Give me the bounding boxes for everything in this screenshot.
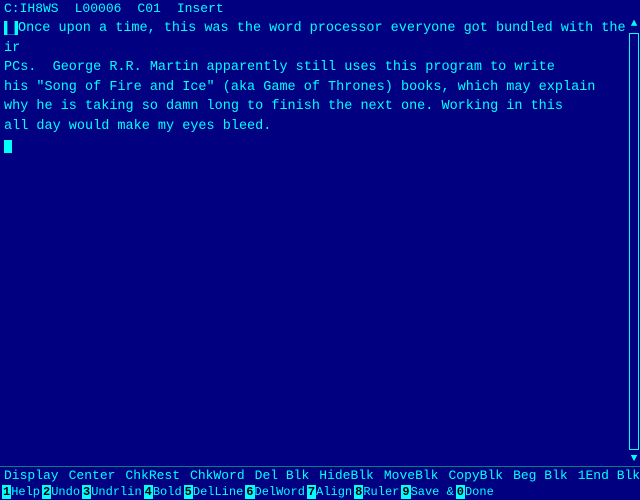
- fn-5[interactable]: 5DelLine: [184, 485, 244, 499]
- status-display[interactable]: Display: [4, 468, 59, 483]
- editor-content[interactable]: █Once upon a time, this was the word pro…: [4, 19, 626, 156]
- status-chkrest[interactable]: ChkRest: [125, 468, 180, 483]
- fn-7-num: 7: [307, 485, 316, 499]
- status-hideblk[interactable]: HideBlk: [319, 468, 374, 483]
- fn-6-label: DelWord: [255, 485, 305, 499]
- file-name: C:IH8WS: [4, 1, 59, 16]
- fn-4-num: 4: [144, 485, 153, 499]
- fn-8-num: 8: [354, 485, 363, 499]
- fn-5-num: 5: [184, 485, 193, 499]
- scroll-down-arrow[interactable]: ▼: [628, 452, 640, 466]
- status-bar: Display Center ChkRest ChkWord Del Blk H…: [0, 466, 640, 484]
- scroll-up-arrow[interactable]: ▲: [628, 17, 640, 31]
- fn-0[interactable]: 0Done: [456, 485, 494, 499]
- scroll-area: █Once upon a time, this was the word pro…: [0, 17, 640, 466]
- scrollbar-right[interactable]: ▲ ▼: [628, 17, 640, 466]
- fn-4[interactable]: 4Bold: [144, 485, 182, 499]
- fn-2-num: 2: [42, 485, 51, 499]
- title-left: C:IH8WS L00006 C01 Insert: [4, 1, 224, 16]
- fn-3-label: Undrlin: [91, 485, 141, 499]
- app: C:IH8WS L00006 C01 Insert █Once upon a t…: [0, 0, 640, 500]
- fn-1[interactable]: 1Help: [2, 485, 40, 499]
- line-position: L00006: [75, 1, 122, 16]
- text-cursor: [4, 140, 12, 153]
- fn-8[interactable]: 8Ruler: [354, 485, 399, 499]
- fn-0-num: 0: [456, 485, 465, 499]
- fn-9[interactable]: 9Save &: [401, 485, 453, 499]
- fn-1-num: 1: [2, 485, 11, 499]
- fn-6-num: 6: [245, 485, 254, 499]
- status-copyblk[interactable]: CopyBlk: [448, 468, 503, 483]
- status-center[interactable]: Center: [69, 468, 116, 483]
- scroll-track[interactable]: [629, 33, 639, 450]
- fn-5-label: DelLine: [193, 485, 243, 499]
- fn-0-label: Done: [465, 485, 494, 499]
- col-position: C01: [137, 1, 160, 16]
- fn-3-num: 3: [82, 485, 91, 499]
- fn-9-label: Save &: [411, 485, 454, 499]
- fn-6[interactable]: 6DelWord: [245, 485, 305, 499]
- editor-container[interactable]: █Once upon a time, this was the word pro…: [0, 17, 628, 466]
- fn-2-label: Undo: [51, 485, 80, 499]
- edit-mode: Insert: [177, 1, 224, 16]
- status-moveblk[interactable]: MoveBlk: [384, 468, 439, 483]
- status-chkword[interactable]: ChkWord: [190, 468, 245, 483]
- status-begblk[interactable]: Beg Blk: [513, 468, 568, 483]
- function-bar: 1Help 2Undo 3Undrlin 4Bold 5DelLine 6Del…: [0, 484, 640, 500]
- fn-2[interactable]: 2Undo: [42, 485, 80, 499]
- fn-8-label: Ruler: [363, 485, 399, 499]
- fn-7-label: Align: [316, 485, 352, 499]
- fn-4-label: Bold: [153, 485, 182, 499]
- title-bar: C:IH8WS L00006 C01 Insert: [0, 0, 640, 17]
- fn-3[interactable]: 3Undrlin: [82, 485, 142, 499]
- fn-9-num: 9: [401, 485, 410, 499]
- fn-1-label: Help: [11, 485, 40, 499]
- status-delblk[interactable]: Del Blk: [255, 468, 310, 483]
- fn-7[interactable]: 7Align: [307, 485, 352, 499]
- status-endblk[interactable]: 1End Blk: [578, 468, 640, 483]
- block-start-marker: █: [4, 21, 18, 35]
